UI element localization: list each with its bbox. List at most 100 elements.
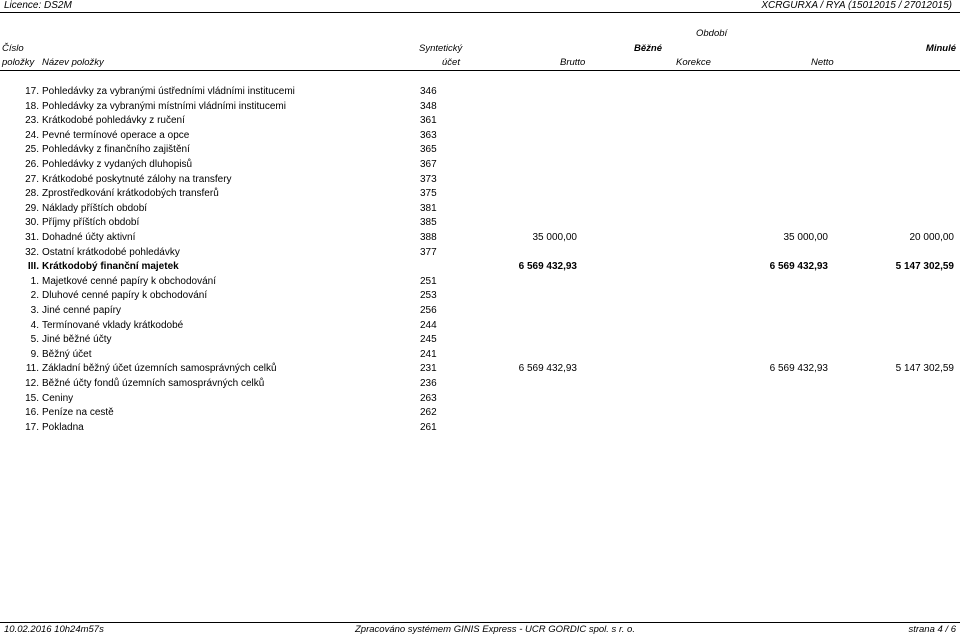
cell-brutto: 6 569 432,93: [518, 363, 577, 375]
header-cislo: Číslo: [2, 43, 24, 54]
cell-name: Krátkodobý finanční majetek: [42, 261, 179, 273]
cell-acct: 388: [420, 232, 437, 243]
cell-netto: 6 569 432,93: [769, 261, 828, 273]
table-row: 23. Krátkodobé pohledávky z ručení 361: [0, 113, 960, 128]
cell-minule: 5 147 302,59: [895, 363, 954, 375]
table-row: 29. Náklady příštích období 381: [0, 201, 960, 216]
footer-system: Zpracováno systémem GINIS Express - UCR …: [355, 624, 635, 635]
cell-acct: 231: [420, 363, 437, 375]
cell-name: Pohledávky za vybranými ústředními vládn…: [42, 86, 295, 97]
cell-name: Majetkové cenné papíry k obchodování: [42, 275, 216, 287]
cell-acct: 262: [420, 407, 437, 419]
cell-num: 23.: [25, 115, 39, 127]
licence-label: Licence: DS2M: [4, 0, 72, 11]
cell-num: 3.: [30, 305, 39, 316]
table-row: 1. Majetkové cenné papíry k obchodování 25…: [0, 274, 960, 289]
table-row: 18. Pohledávky za vybranými místními vlád…: [0, 99, 960, 114]
cell-num: 30.: [25, 217, 39, 229]
footer-divider: [0, 622, 960, 623]
header-korekce: Korekce: [676, 57, 711, 68]
cell-acct: 256: [420, 305, 437, 316]
cell-brutto: 35 000,00: [532, 232, 578, 243]
cell-netto: 35 000,00: [783, 232, 829, 243]
cell-name: Pohledávky z vydaných dluhopisů: [42, 159, 193, 170]
cell-acct: 377: [420, 246, 437, 258]
cell-acct: 346: [420, 86, 437, 97]
cell-num: 16.: [25, 407, 39, 419]
cell-name: Zprostředkování krátkodobých transferů: [42, 188, 219, 200]
cell-num: 29.: [25, 202, 39, 214]
table-row: 9. Běžný účet 241: [0, 347, 960, 362]
table-row: 26. Pohledávky z vydaných dluhopisů 367: [0, 157, 960, 172]
table-row: 4. Termínované vklady krátkodobé 244: [0, 318, 960, 333]
cell-brutto: 6 569 432,93: [518, 261, 577, 273]
cell-acct: 361: [420, 115, 437, 127]
cell-num: 17.: [25, 421, 39, 433]
header-obdobi: Období: [696, 28, 728, 39]
table-row: 16. Peníze na cestě 262: [0, 405, 960, 420]
header-netto: Netto: [811, 57, 834, 68]
cell-num: 15.: [25, 392, 39, 404]
cell-netto: 6 569 432,93: [769, 363, 828, 375]
header-divider: [0, 70, 960, 71]
cell-acct: 245: [420, 334, 437, 346]
cell-acct: 373: [420, 173, 437, 185]
table-row: 31. Dohadné účty aktivní 388 35 000,00 35 00…: [0, 230, 960, 245]
cell-name: Krátkodobé poskytnuté zálohy na transfer…: [42, 173, 232, 185]
table-row: 17. Pohledávky za vybranými ústředními vl…: [0, 84, 960, 99]
cell-acct: 251: [420, 275, 437, 287]
cell-acct: 236: [420, 378, 437, 389]
cell-num: III.: [27, 261, 39, 273]
cell-num: 28.: [25, 188, 39, 200]
table-row: 5. Jiné běžné účty 245: [0, 332, 960, 347]
table-row: 27. Krátkodobé poskytnuté zálohy na trans…: [0, 172, 960, 187]
cell-num: 1.: [30, 275, 39, 287]
cell-minule: 5 147 302,59: [895, 261, 954, 273]
cell-name: Běžné účty fondů územních samosprávných …: [42, 378, 265, 389]
cell-acct: 263: [420, 392, 437, 404]
table-row: III. Krátkodobý finanční majetek 6 569 432…: [0, 259, 960, 274]
table-row: 30. Příjmy příštích období 385: [0, 215, 960, 230]
cell-acct: 261: [420, 421, 437, 433]
cell-acct: 381: [420, 202, 437, 214]
cell-num: 5.: [30, 334, 39, 346]
cell-acct: 365: [420, 144, 437, 156]
cell-num: 18.: [25, 100, 39, 112]
cell-num: 24.: [25, 129, 39, 141]
header-brutto: Brutto: [560, 57, 586, 68]
table-row: 12. Běžné účty fondů územních samosprávný…: [0, 376, 960, 391]
cell-num: 26.: [25, 159, 39, 170]
cell-acct: 367: [420, 159, 437, 170]
report-top-bar: Licence: DS2M XCRGURXA / RYA (15012015 /…: [0, 0, 960, 13]
cell-acct: 244: [420, 319, 437, 331]
header-bezne: Běžné: [634, 43, 662, 54]
cell-acct: 348: [420, 100, 437, 112]
report-code: XCRGURXA / RYA (15012015 / 27012015): [761, 0, 952, 11]
cell-name: Jiné cenné papíry: [42, 305, 121, 316]
cell-num: 31.: [25, 232, 39, 243]
header-ucet: účet: [442, 57, 460, 68]
header-minule: Minulé: [925, 43, 956, 54]
cell-num: 17.: [25, 86, 39, 97]
cell-acct: 385: [420, 217, 437, 229]
cell-name: Dohadné účty aktivní: [42, 232, 136, 243]
cell-name: Krátkodobé pohledávky z ručení: [42, 115, 185, 127]
cell-name: Ostatní krátkodobé pohledávky: [42, 246, 180, 258]
cell-name: Náklady příštích období: [42, 202, 148, 214]
cell-acct: 375: [420, 188, 437, 200]
table-row: 32. Ostatní krátkodobé pohledávky 377: [0, 245, 960, 260]
cell-num: 9.: [30, 348, 39, 360]
cell-name: Pohledávky za vybranými místními vládním…: [42, 100, 286, 112]
cell-acct: 253: [420, 290, 437, 302]
cell-name: Pohledávky z finančního zajištění: [42, 144, 190, 156]
header-nazev: Název položky: [42, 57, 104, 68]
cell-name: Pevné termínové operace a opce: [42, 129, 190, 141]
table-row: 24. Pevné termínové operace a opce 363: [0, 128, 960, 143]
cell-name: Termínované vklady krátkodobé: [42, 319, 184, 331]
table-row: 25. Pohledávky z finančního zajištění 365: [0, 142, 960, 157]
cell-num: 32.: [25, 246, 39, 258]
table-row: 28. Zprostředkování krátkodobých transfer…: [0, 186, 960, 201]
cell-num: 27.: [25, 173, 39, 185]
cell-name: Příjmy příštích období: [42, 217, 140, 229]
cell-num: 2.: [30, 290, 39, 302]
